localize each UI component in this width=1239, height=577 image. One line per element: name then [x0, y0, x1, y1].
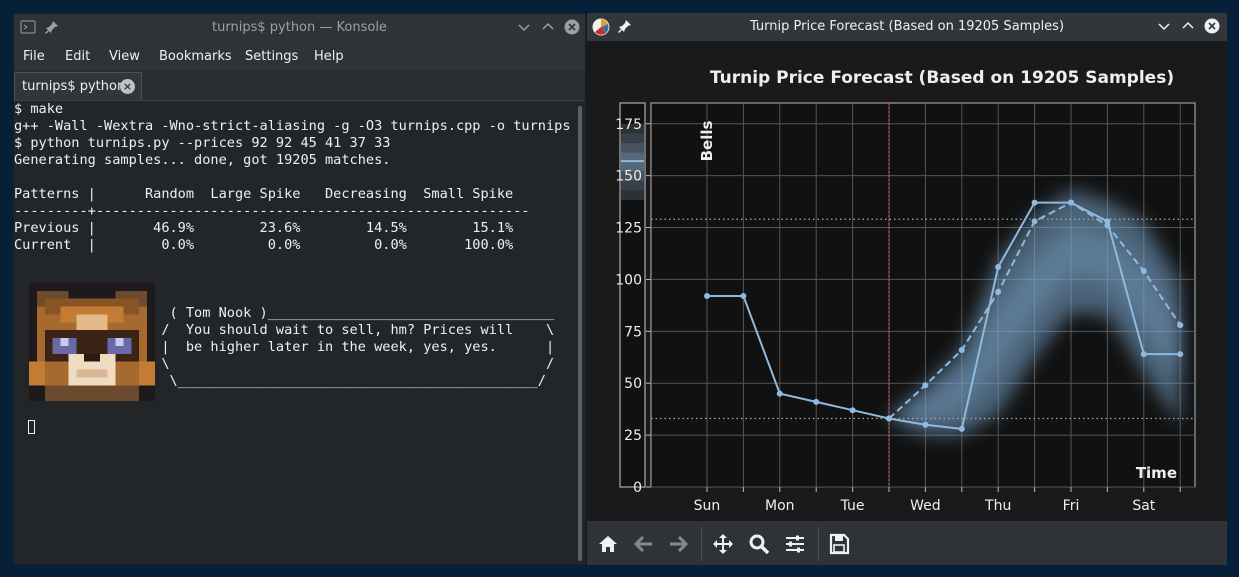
- terminal-line: Current | 0.0% 0.0% 0.0% 100.0%: [14, 237, 514, 253]
- data-point: [1140, 351, 1147, 358]
- x-tick-label: Fri: [1063, 498, 1080, 514]
- terminal-line: ---------+------------------------------…: [14, 203, 530, 219]
- data-point: [1177, 351, 1184, 358]
- y-tick-label: 50: [624, 376, 642, 392]
- data-point: [704, 293, 710, 300]
- plot-window-title: Turnip Price Forecast (Based on 19205 Sa…: [749, 19, 1065, 34]
- data-point: [1068, 199, 1074, 206]
- x-tick-label: Thu: [984, 498, 1011, 514]
- y-axis-label: Bells: [698, 121, 716, 162]
- home-icon[interactable]: [596, 532, 620, 556]
- tab-turnips-python[interactable]: turnips$ python ×: [14, 72, 142, 100]
- x-tick-label: Sun: [694, 498, 721, 514]
- chevron-down-icon[interactable]: [516, 19, 532, 35]
- back-arrow-icon[interactable]: [632, 532, 656, 556]
- x-tick-label: Sat: [1132, 498, 1155, 514]
- data-point: [1104, 222, 1111, 229]
- y-tick-label: 0: [633, 480, 642, 496]
- tab-label: turnips$ python: [22, 79, 126, 94]
- tom-nook-pixel-art: [28, 283, 156, 401]
- data-point: [740, 293, 747, 300]
- terminal-line: g++ -Wall -Wextra -Wno-strict-aliasing -…: [14, 118, 571, 134]
- toolbar-separator: [701, 527, 702, 561]
- data-point: [958, 425, 965, 432]
- menu-view[interactable]: View: [109, 49, 140, 64]
- menu-help[interactable]: Help: [314, 49, 344, 64]
- y-tick-label: 75: [624, 324, 642, 340]
- terminal-scrollbar[interactable]: [578, 106, 582, 561]
- data-point: [995, 263, 1002, 270]
- y-tick-label: 100: [615, 272, 642, 288]
- menu-bookmarks[interactable]: Bookmarks: [159, 49, 232, 64]
- chevron-up-icon[interactable]: [1180, 18, 1196, 34]
- chevron-up-icon[interactable]: [540, 19, 556, 35]
- data-point: [813, 398, 820, 405]
- configure-icon[interactable]: [783, 532, 807, 556]
- terminal-line: $ make: [14, 101, 64, 117]
- x-tick-label: Tue: [840, 498, 865, 514]
- data-point: [1031, 199, 1038, 206]
- terminal-cursor: [28, 420, 35, 434]
- chart-title: Turnip Price Forecast (Based on 19205 Sa…: [710, 68, 1174, 88]
- close-icon[interactable]: [564, 19, 580, 35]
- terminal-line: Patterns | Random Large Spike Decreasing…: [14, 186, 514, 202]
- plot-titlebar[interactable]: Turnip Price Forecast (Based on 19205 Sa…: [587, 13, 1227, 41]
- data-point: [1140, 268, 1147, 275]
- data-point: [886, 415, 892, 422]
- data-point: [995, 288, 1002, 295]
- forward-arrow-icon[interactable]: [666, 532, 690, 556]
- terminal-line: Previous | 46.9% 23.6% 14.5% 15.1%: [14, 220, 514, 236]
- menu-file[interactable]: File: [23, 49, 45, 64]
- save-icon[interactable]: [827, 532, 851, 556]
- x-tick-label: Wed: [910, 498, 941, 514]
- plot-toolbar: [587, 521, 1227, 565]
- data-point: [1177, 322, 1184, 329]
- y-tick-label: 175: [615, 117, 642, 133]
- chevron-down-icon[interactable]: [1156, 18, 1172, 34]
- plot-window: Turnip Price Forecast (Based on 19205 Sa…: [587, 13, 1227, 565]
- colorbar-segment: [621, 142, 644, 153]
- terminal-line: Generating samples... done, got 19205 ma…: [14, 152, 391, 168]
- menu-edit[interactable]: Edit: [65, 49, 90, 64]
- forecast-chart[interactable]: Turnip Price Forecast (Based on 19205 Sa…: [587, 41, 1227, 521]
- zoom-icon[interactable]: [747, 532, 771, 556]
- pan-icon[interactable]: [711, 532, 735, 556]
- konsole-window: turnips$ python — Konsole File Edit View…: [13, 13, 586, 565]
- konsole-tabbar: turnips$ python ×: [14, 70, 585, 101]
- menu-settings[interactable]: Settings: [245, 49, 298, 64]
- data-point: [1031, 218, 1038, 225]
- tab-close-icon[interactable]: ×: [120, 79, 135, 94]
- colorbar-segment: [621, 133, 644, 143]
- data-point: [776, 390, 783, 397]
- x-axis-label: Time: [1136, 464, 1177, 482]
- y-tick-label: 25: [624, 428, 642, 444]
- data-point: [849, 407, 856, 414]
- data-point: [922, 382, 929, 389]
- konsole-menubar: File Edit View Bookmarks Settings Help: [14, 42, 585, 70]
- data-point: [922, 421, 929, 428]
- y-tick-label: 150: [615, 169, 642, 185]
- x-tick-label: Mon: [765, 498, 795, 514]
- colorbar-segment: [621, 190, 644, 201]
- terminal-line: $ python turnips.py --prices 92 92 45 41…: [14, 135, 391, 151]
- konsole-titlebar[interactable]: turnips$ python — Konsole: [14, 14, 585, 42]
- close-icon[interactable]: [1204, 18, 1220, 34]
- toolbar-separator: [818, 527, 819, 561]
- y-tick-label: 125: [615, 221, 642, 237]
- konsole-title: turnips$ python — Konsole: [212, 20, 387, 35]
- data-point: [958, 347, 965, 354]
